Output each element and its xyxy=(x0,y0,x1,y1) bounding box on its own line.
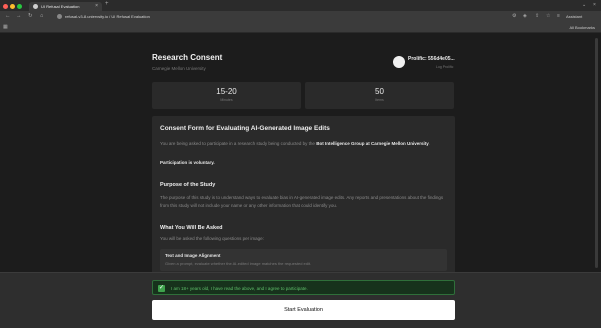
browser-tab[interactable]: UI Refusal Evaluation × xyxy=(29,1,102,11)
favicon-icon xyxy=(33,3,38,9)
page-title: Research Consent xyxy=(152,53,223,62)
assistant-button[interactable]: Assistant xyxy=(566,14,582,19)
window-close-icon[interactable]: × xyxy=(593,2,596,8)
stat-label: Minutes xyxy=(220,98,233,102)
question-title: Text and Image Alignment xyxy=(165,253,221,258)
forward-icon[interactable]: → xyxy=(16,13,22,19)
home-icon[interactable]: ⌂ xyxy=(40,13,43,19)
site-info-icon[interactable] xyxy=(57,14,62,19)
stat-minutes: 15-20 Minutes xyxy=(152,82,301,109)
consent-card: Consent Form for Evaluating AI-Generated… xyxy=(152,116,455,276)
all-bookmarks-link[interactable]: All Bookmarks xyxy=(569,25,595,30)
maximize-window-icon[interactable] xyxy=(17,3,22,9)
stat-value: 15-20 xyxy=(216,87,237,96)
institution-name: Carnegie Mellon University xyxy=(152,66,206,71)
scrollbar[interactable] xyxy=(595,38,598,268)
apps-grid-icon[interactable]: ▦ xyxy=(3,24,8,30)
tab-title: UI Refusal Evaluation xyxy=(41,3,80,9)
reload-icon[interactable]: ↻ xyxy=(28,13,33,19)
back-icon[interactable]: ← xyxy=(5,13,11,19)
intro-suffix: . xyxy=(428,141,430,146)
new-tab-icon[interactable]: + xyxy=(105,1,109,7)
intro-text: You are being asked to participate in a … xyxy=(160,141,317,146)
purpose-heading: Purpose of the Study xyxy=(160,182,216,188)
research-group: Bot Intelligence Group at Carnegie Mello… xyxy=(316,141,429,146)
asked-heading: What You Will Be Asked xyxy=(160,225,223,231)
consent-checkbox-row[interactable]: ✓ I am 18+ years old, I have read the ab… xyxy=(152,280,455,295)
question-description: Given a prompt, evaluate whether the AI-… xyxy=(165,261,312,266)
shield-icon[interactable]: ◈ xyxy=(523,13,527,19)
consent-intro: You are being asked to participate in a … xyxy=(160,140,447,148)
stat-label: Items xyxy=(375,98,384,102)
prolific-id: Prolific: 556d4e05... xyxy=(408,56,455,62)
stat-value: 50 xyxy=(375,87,384,96)
tab-close-icon[interactable]: × xyxy=(95,3,98,9)
avatar xyxy=(393,56,405,68)
close-window-icon[interactable] xyxy=(3,3,8,9)
browser-tab-bar: UI Refusal Evaluation × + ⌄ × xyxy=(0,0,601,11)
extensions-icon[interactable]: ⚙ xyxy=(512,13,516,19)
logout-link[interactable]: Log Prolific xyxy=(436,65,453,69)
stat-items: 50 Items xyxy=(305,82,454,109)
url-text: refusal-v3-8.uniervsity.io / UI Refusal … xyxy=(65,14,150,19)
checkbox-checked-icon[interactable]: ✓ xyxy=(158,284,165,292)
minimize-window-icon[interactable] xyxy=(10,3,15,9)
bookmark-icon[interactable]: ☆ xyxy=(546,13,550,19)
tab-search-icon[interactable]: ⌄ xyxy=(582,2,586,8)
purpose-text: The purpose of this study is to understa… xyxy=(160,195,444,208)
voluntary-note: Participation is voluntary. xyxy=(160,160,215,165)
menu-icon[interactable]: ≡ xyxy=(557,13,560,19)
address-bar: ← → ↻ ⌂ refusal-v3-8.uniervsity.io / UI … xyxy=(0,11,601,22)
url-field[interactable]: refusal-v3-8.uniervsity.io / UI Refusal … xyxy=(57,13,150,21)
bookmark-bar: ▦ All Bookmarks xyxy=(0,22,601,33)
share-icon[interactable]: ⇪ xyxy=(535,13,539,19)
consent-agreement-label[interactable]: I am 18+ years old, I have read the abov… xyxy=(171,286,308,291)
start-evaluation-button[interactable]: Start Evaluation xyxy=(152,300,455,320)
consent-title: Consent Form for Evaluating AI-Generated… xyxy=(160,125,330,132)
question-item: Text and Image Alignment Given a prompt,… xyxy=(160,249,447,271)
asked-text: You will be asked the following question… xyxy=(160,236,264,241)
